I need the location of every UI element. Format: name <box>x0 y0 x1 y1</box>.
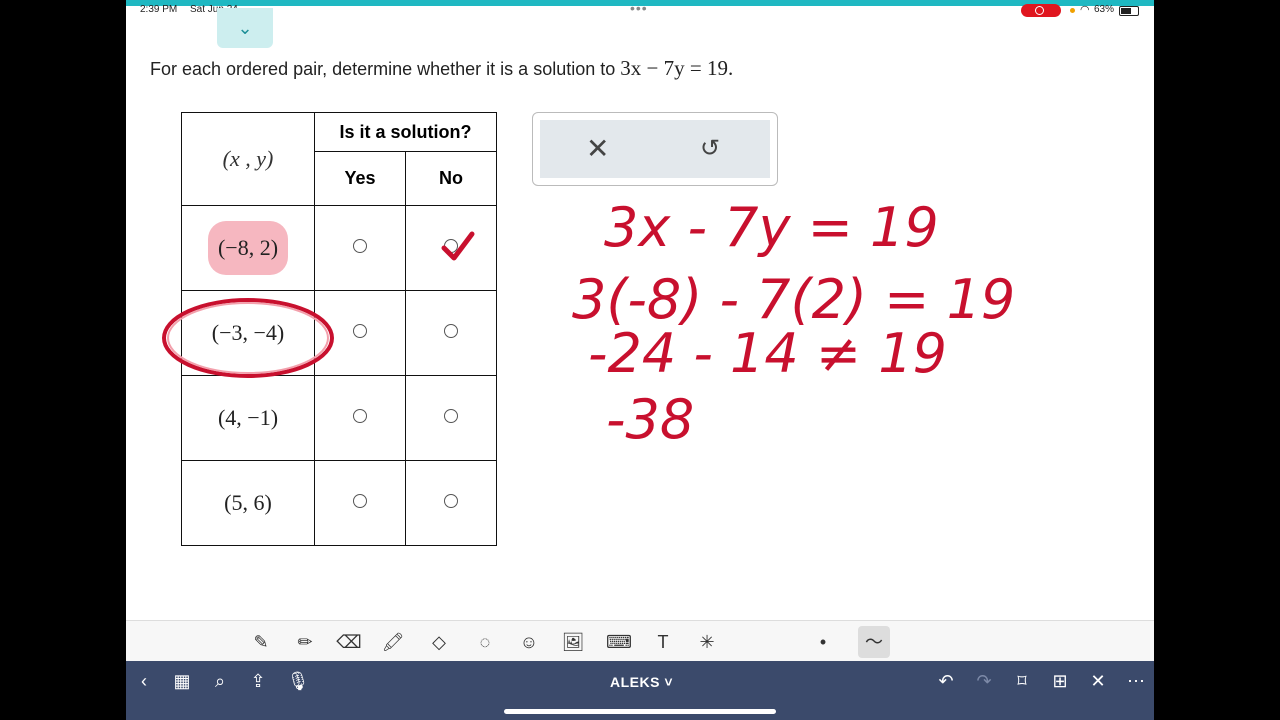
home-indicator[interactable] <box>504 709 776 714</box>
close-icon[interactable]: ✕ <box>1086 671 1110 692</box>
highlighter-icon[interactable]: 🖍 <box>380 629 406 655</box>
document-title[interactable]: ALEKS ˅ <box>610 674 673 690</box>
image-icon[interactable]: 🖼 <box>560 629 586 655</box>
search-icon[interactable]: ⌕ <box>208 671 232 692</box>
bottom-nav-bar: ‹ ▦ ⌕ ⇪ 🎙 ALEKS ˅ ↶ ↷ ⌑ ⊞ ✕ ⋯ <box>126 661 1154 720</box>
eraser-icon[interactable]: ⌫ <box>336 629 362 655</box>
bookmark-icon[interactable]: ⌑ <box>1010 671 1034 692</box>
ink-line-1: 3x - 7y = 19 <box>604 196 939 259</box>
pen-style-icon[interactable]: 〜 <box>858 626 890 658</box>
add-page-icon[interactable]: ⊞ <box>1048 671 1072 692</box>
share-icon[interactable]: ⇪ <box>246 671 270 692</box>
ink-line-4: -38 <box>606 388 694 451</box>
redo-nav-icon[interactable]: ↷ <box>972 671 996 692</box>
pen-size-dot-icon[interactable]: • <box>810 629 836 655</box>
sticker-icon[interactable]: ☺ <box>516 629 542 655</box>
markup-toolbar: ✎ ✏ ⌫ 🖍 ◇ ◌ ☺ 🖼 ⌨ T ✳ • 〜 <box>126 620 1154 662</box>
ink-checkmark <box>441 231 475 261</box>
more-icon[interactable]: ⋯ <box>1124 671 1148 692</box>
text-box-icon[interactable]: T <box>650 629 676 655</box>
ink-layer: 3x - 7y = 19 3(-8) - 7(2) = 19 -24 - 14 … <box>162 196 1015 451</box>
ink-circle-inner <box>167 302 329 374</box>
back-icon[interactable]: ‹ <box>132 671 156 692</box>
grid-view-icon[interactable]: ▦ <box>170 671 194 692</box>
ink-circle <box>162 298 334 378</box>
undo-nav-icon[interactable]: ↶ <box>934 671 958 692</box>
ink-line-3: -24 - 14 ≠ 19 <box>588 322 947 385</box>
microphone-icon[interactable]: 🎙 <box>286 671 310 692</box>
ipad-screen: 2:39 PM Sat Jun 24 ••• ◠ 63% ⌄ For each … <box>126 0 1154 720</box>
shapes-icon[interactable]: ◇ <box>426 629 452 655</box>
lasso-icon[interactable]: ◌ <box>472 629 498 655</box>
keyboard-icon[interactable]: ⌨ <box>606 629 632 655</box>
pencil-icon[interactable]: ✏ <box>292 629 318 655</box>
handwriting-to-text-icon[interactable]: ✎ <box>248 629 274 655</box>
laser-pointer-icon[interactable]: ✳ <box>694 629 720 655</box>
